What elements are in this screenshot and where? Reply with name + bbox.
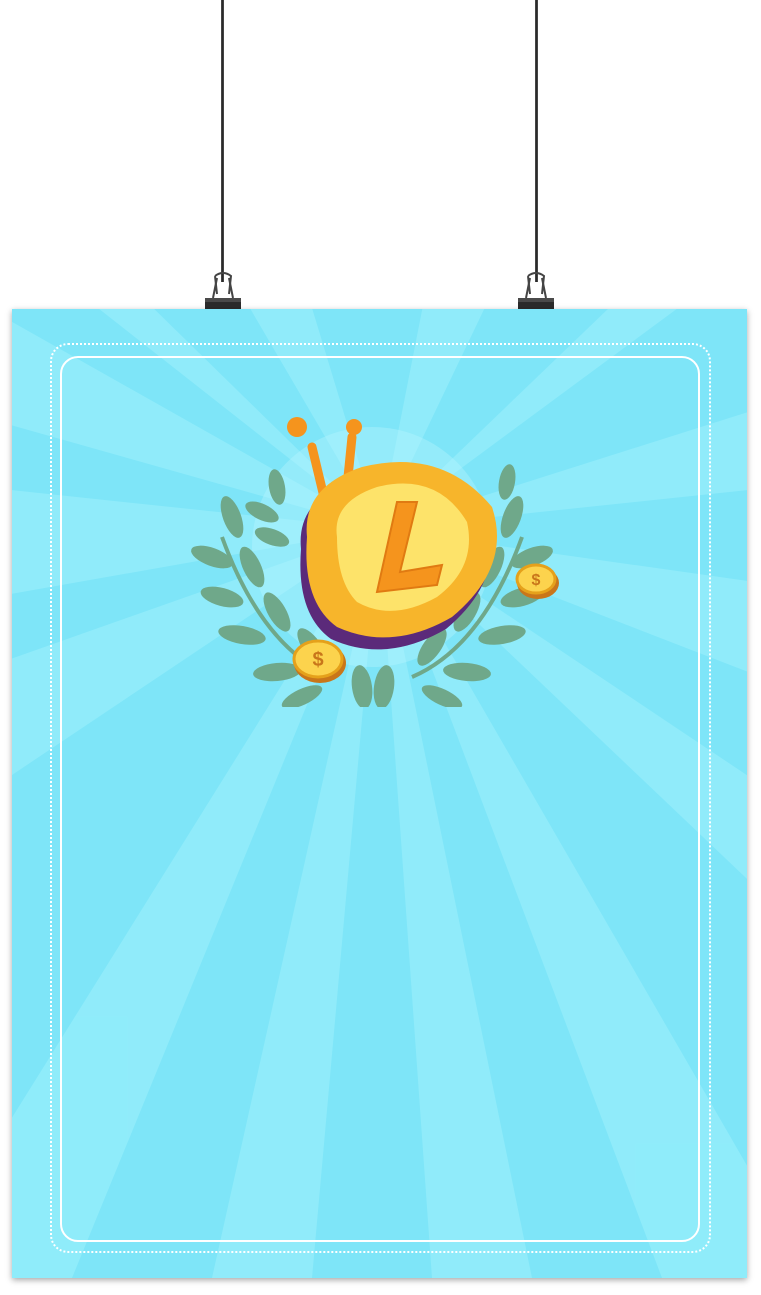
hanging-wire-left [221, 0, 224, 282]
dollar-coin-icon: $ [292, 639, 346, 683]
poster: $ $ [12, 309, 747, 1278]
dollar-coin-icon: $ [515, 563, 559, 599]
svg-text:$: $ [312, 649, 323, 671]
coin-logo-icon: $ $ [191, 417, 559, 707]
svg-text:$: $ [532, 572, 541, 589]
hanging-wire-right [535, 0, 538, 282]
